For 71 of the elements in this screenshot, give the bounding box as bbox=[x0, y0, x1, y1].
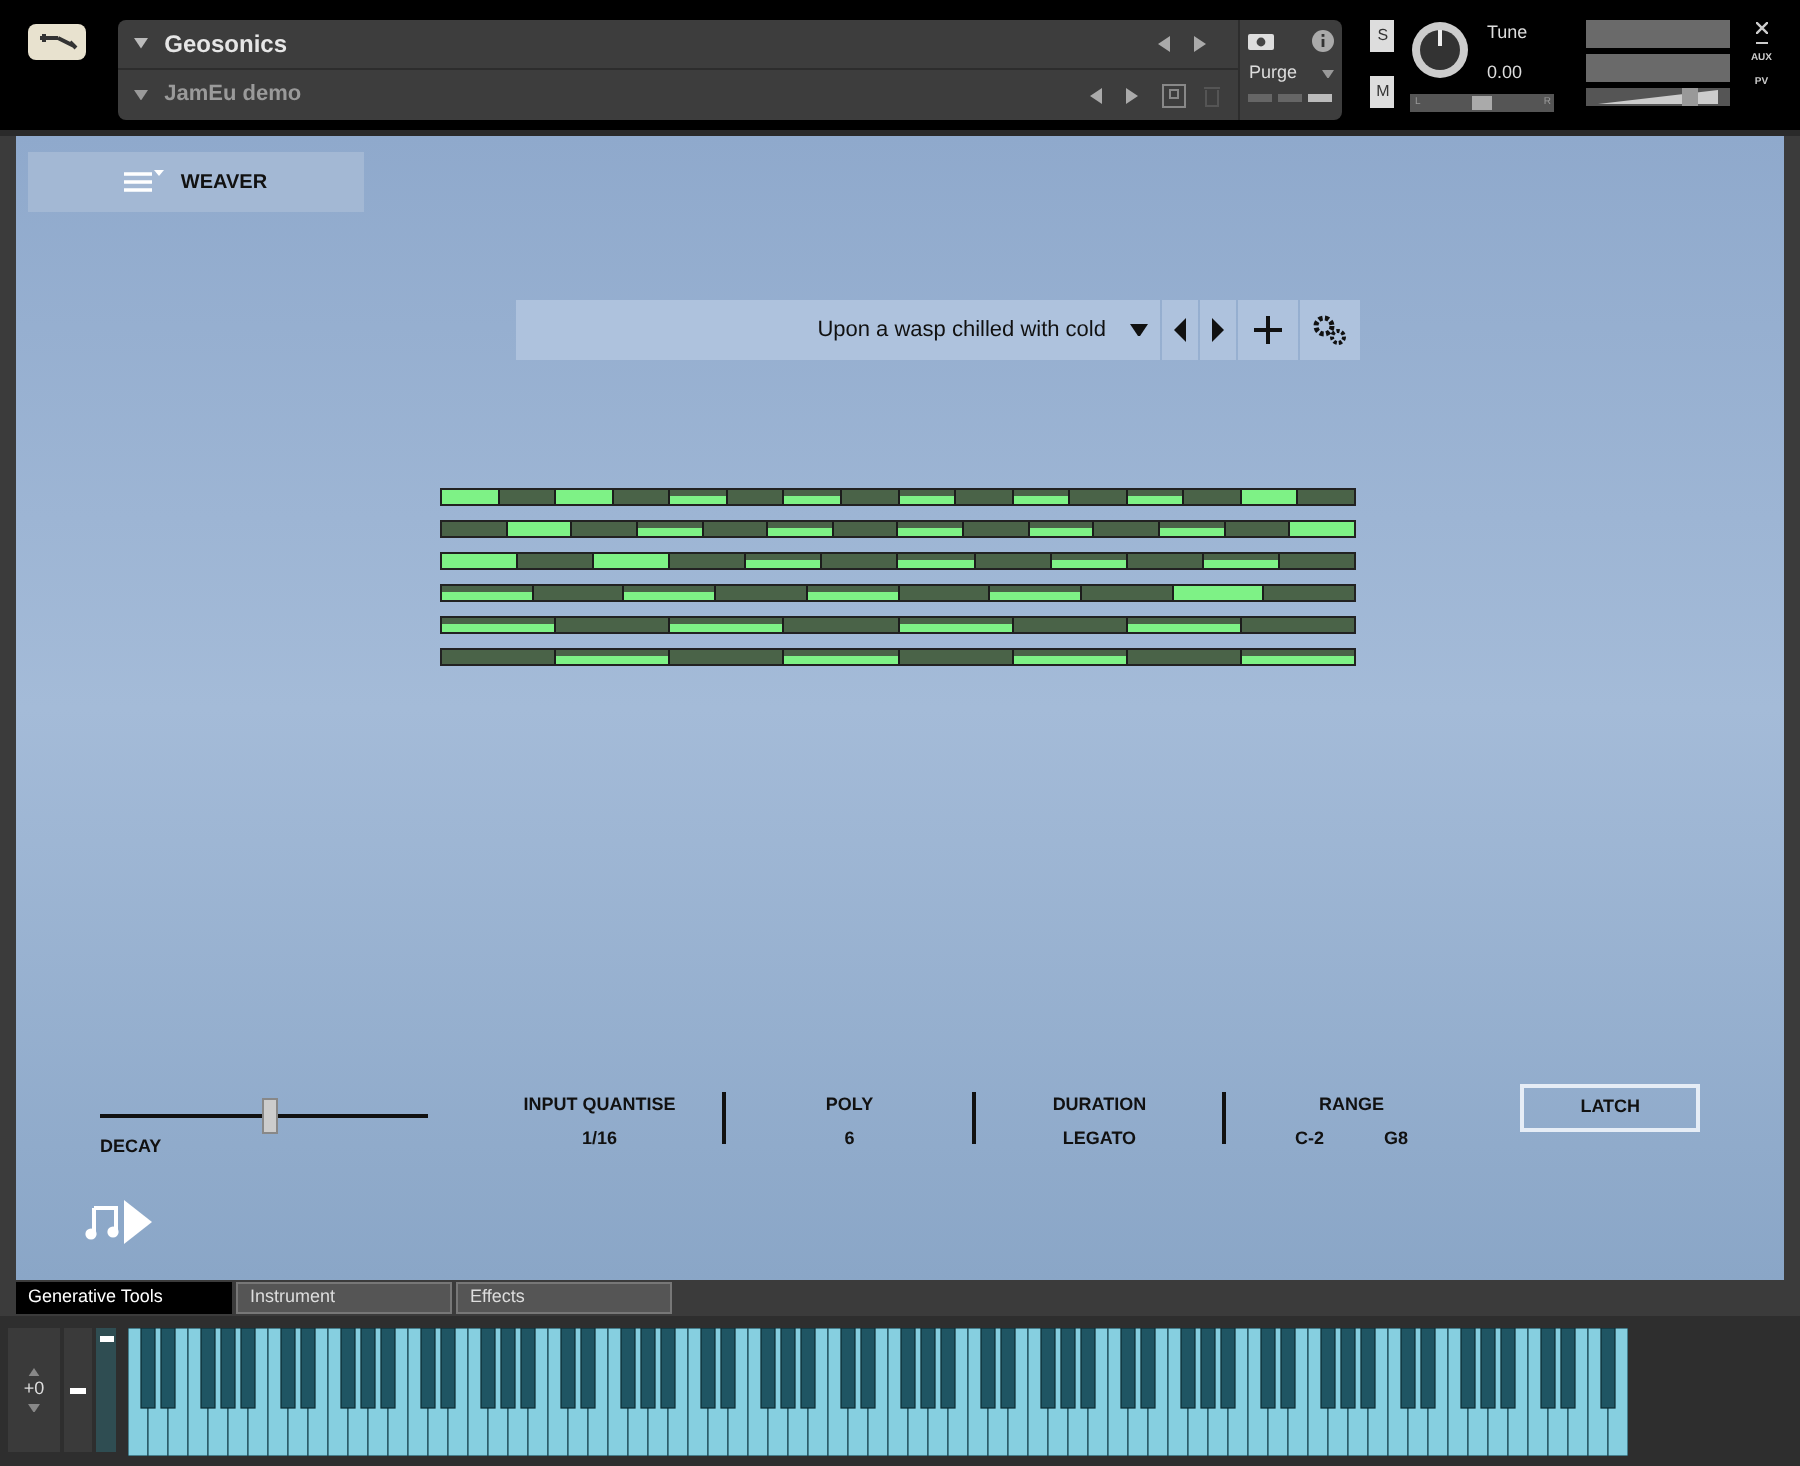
thin-step[interactable] bbox=[1029, 522, 1093, 536]
parameter-value[interactable]: G8 bbox=[1383, 1126, 1408, 1153]
parameter-value[interactable]: 1/16 bbox=[581, 1126, 617, 1153]
tune-knob-icon[interactable] bbox=[1410, 20, 1471, 80]
save-icon[interactable] bbox=[1162, 83, 1187, 107]
next-arrow-icon[interactable] bbox=[1126, 87, 1139, 103]
parameter-label: RANGE bbox=[1318, 1091, 1384, 1117]
parameter-value[interactable]: LEGATO bbox=[1062, 1126, 1137, 1153]
piano-keyboard-drawing[interactable] bbox=[128, 1328, 1628, 1456]
thin-step[interactable] bbox=[1127, 490, 1183, 504]
octave-value: +0 bbox=[23, 1376, 45, 1403]
parameter-label: DURATION bbox=[1052, 1091, 1147, 1117]
menu-icon bbox=[124, 170, 165, 194]
latch-button[interactable]: LATCH bbox=[1520, 1083, 1700, 1131]
minimize-icon[interactable] bbox=[1755, 42, 1768, 44]
step-sequencer-track[interactable] bbox=[440, 488, 1356, 506]
parameter-value[interactable]: C-2 bbox=[1294, 1126, 1324, 1153]
wrench-button[interactable] bbox=[28, 24, 87, 60]
full-step[interactable] bbox=[1241, 490, 1297, 504]
right-arrow-icon bbox=[1212, 318, 1224, 342]
purge-menu[interactable]: Purge bbox=[1248, 60, 1297, 87]
pan-thumb[interactable] bbox=[1472, 96, 1493, 110]
plus-icon bbox=[1254, 316, 1282, 344]
instrument-name[interactable]: Geosonics bbox=[164, 26, 288, 62]
snapshot-name[interactable]: JamEu demo bbox=[164, 78, 302, 112]
close-icon[interactable] bbox=[1755, 22, 1768, 34]
full-step[interactable] bbox=[507, 522, 571, 536]
octave-up-icon[interactable] bbox=[28, 1367, 40, 1377]
tune-label: Tune bbox=[1486, 20, 1528, 46]
thin-step[interactable] bbox=[899, 490, 955, 504]
music-note-icon[interactable] bbox=[84, 1204, 120, 1240]
pitch-wheel[interactable] bbox=[96, 1328, 116, 1452]
full-step[interactable] bbox=[1173, 586, 1263, 600]
purge-indicator-icon bbox=[1248, 93, 1335, 101]
step-sequencer-track[interactable] bbox=[440, 584, 1356, 602]
play-icon[interactable] bbox=[124, 1200, 152, 1244]
volume-slider[interactable] bbox=[1586, 88, 1731, 106]
weaver-menu-button[interactable]: WEAVER bbox=[28, 152, 364, 212]
info-icon[interactable] bbox=[1312, 29, 1335, 51]
left-arrow-icon bbox=[1174, 318, 1186, 342]
thin-step[interactable] bbox=[1013, 490, 1069, 504]
add-preset-button[interactable] bbox=[1238, 300, 1298, 360]
settings-icon bbox=[1312, 314, 1348, 346]
dropdown-caret-icon[interactable] bbox=[134, 38, 149, 50]
modulation-wheel[interactable] bbox=[64, 1328, 92, 1452]
mute-button[interactable]: M bbox=[1370, 76, 1395, 108]
preset-dropdown[interactable]: Upon a wasp chilled with cold bbox=[516, 300, 1160, 360]
dropdown-caret-icon[interactable] bbox=[1322, 69, 1335, 78]
tune-value[interactable]: 0.00 bbox=[1486, 59, 1528, 86]
tab[interactable]: Effects bbox=[456, 1282, 672, 1314]
slider-thumb[interactable] bbox=[261, 1097, 278, 1133]
wrench-icon bbox=[37, 32, 78, 52]
camera-icon[interactable] bbox=[1248, 30, 1275, 50]
dropdown-caret-icon bbox=[1130, 323, 1148, 337]
parameter-value[interactable]: 6 bbox=[844, 1126, 855, 1153]
previous-arrow-icon[interactable] bbox=[1090, 87, 1103, 103]
octave-down-icon[interactable] bbox=[28, 1403, 40, 1413]
tab[interactable]: Generative Tools bbox=[16, 1282, 232, 1314]
settings-button[interactable] bbox=[1300, 300, 1360, 360]
parameter-label: POLY bbox=[825, 1091, 874, 1117]
next-arrow-icon[interactable] bbox=[1194, 36, 1207, 52]
volume-thumb[interactable] bbox=[1682, 88, 1699, 106]
next-preset-button[interactable] bbox=[1200, 300, 1236, 360]
previous-arrow-icon[interactable] bbox=[1158, 36, 1171, 52]
step-sequencer-track[interactable] bbox=[440, 520, 1356, 538]
parameter-label: INPUT QUANTISE bbox=[523, 1091, 676, 1118]
solo-button[interactable]: S bbox=[1370, 20, 1395, 52]
previous-preset-button[interactable] bbox=[1162, 300, 1198, 360]
decay-label: DECAY bbox=[100, 1133, 164, 1159]
dropdown-caret-icon[interactable] bbox=[134, 89, 149, 101]
tab[interactable]: Instrument bbox=[236, 1282, 452, 1314]
